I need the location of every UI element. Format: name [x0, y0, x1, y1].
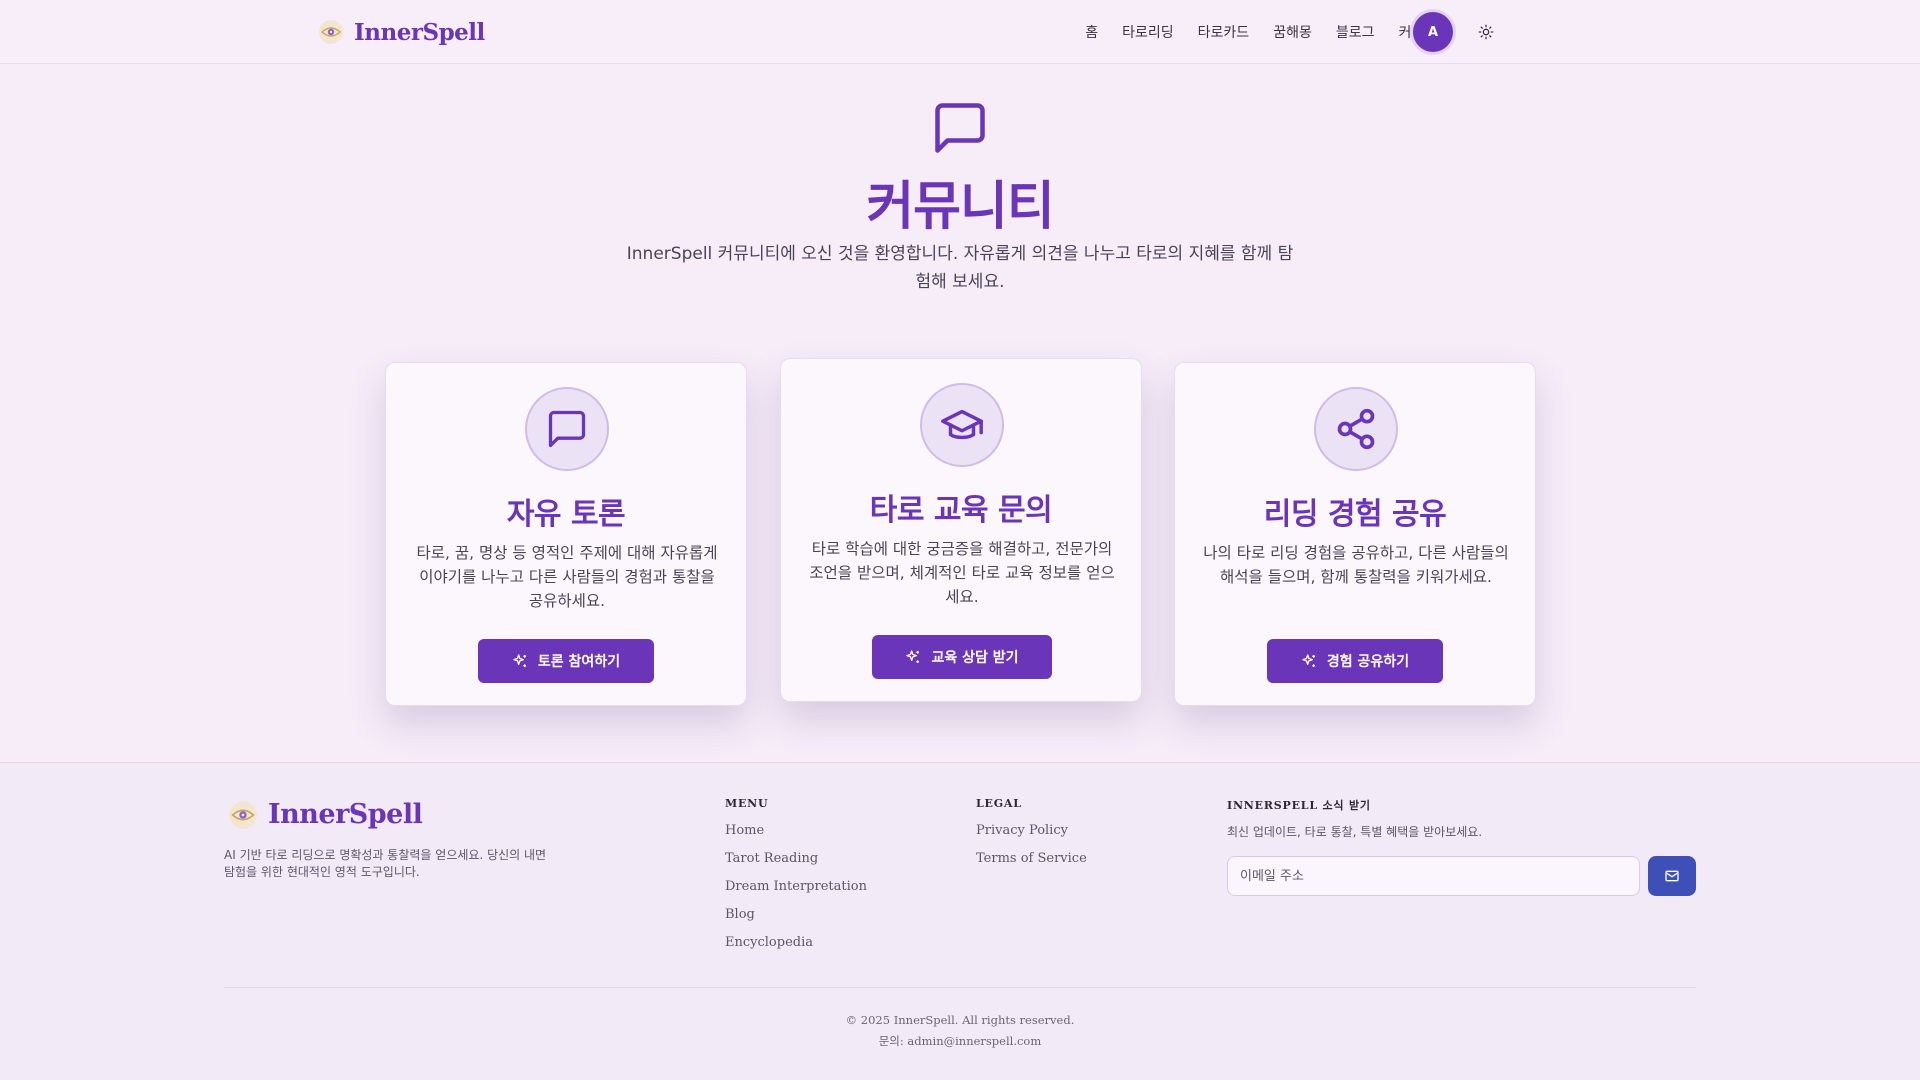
card-description: 나의 타로 리딩 경험을 공유하고, 다른 사람들의 해석을 들으며, 함께 통…: [1203, 544, 1509, 586]
share-experience-button[interactable]: 경험 공유하기: [1267, 639, 1443, 683]
footer-menu-heading: MENU: [725, 797, 769, 810]
card-title: 리딩 경험 공유: [1263, 497, 1447, 532]
page-title: 커뮤니티: [866, 177, 1054, 237]
footer-link-encyclopedia[interactable]: Encyclopedia: [725, 935, 813, 950]
button-label: 경험 공유하기: [1326, 654, 1410, 670]
button-label: 토론 참여하기: [537, 654, 621, 670]
card-icon-circle: [1314, 387, 1398, 471]
brand-name: InnerSpell: [354, 18, 485, 46]
footer-brand-logo[interactable]: InnerSpell: [228, 799, 423, 830]
user-avatar[interactable]: A: [1413, 12, 1453, 52]
footer-legal-heading: LEGAL: [976, 797, 1022, 810]
theme-toggle-button[interactable]: [1474, 20, 1498, 44]
newsletter-description: 최신 업데이트, 타로 통찰, 특별 혜택을 받아보세요.: [1227, 825, 1483, 839]
nav-item-blog[interactable]: 블로그: [1336, 22, 1375, 42]
nav-item-tarot-cards[interactable]: 타로카드: [1198, 22, 1250, 42]
mail-icon: [1665, 870, 1679, 882]
site-footer: InnerSpell AI 기반 타로 리딩으로 명확성과 통찰력을 얻으세요.…: [0, 762, 1920, 1080]
card-share-reading: 리딩 경험 공유 나의 타로 리딩 경험을 공유하고, 다른 사람들의 해석을 …: [1174, 362, 1536, 706]
footer-link-tarot-reading[interactable]: Tarot Reading: [725, 851, 818, 866]
footer-link-home[interactable]: Home: [725, 823, 764, 838]
footer-link-blog[interactable]: Blog: [725, 907, 755, 922]
footer-description: AI 기반 타로 리딩으로 명확성과 통찰력을 얻으세요. 당신의 내면 탐험을…: [224, 848, 547, 879]
card-icon-circle: [525, 387, 609, 471]
button-label: 교육 상담 받기: [931, 650, 1019, 666]
sun-icon: [1478, 24, 1494, 40]
page-subtitle: InnerSpell 커뮤니티에 오신 것을 환영합니다. 자유롭게 의견을 나…: [626, 244, 1294, 292]
main-nav: 홈 타로리딩 타로카드 꿈해몽 블로그 커뮤니티: [1061, 0, 1450, 64]
card-description: 타로 학습에 대한 궁금증을 해결하고, 전문가의 조언을 받으며, 체계적인 …: [809, 540, 1115, 606]
footer-divider: [224, 987, 1696, 988]
nav-item-home[interactable]: 홈: [1085, 22, 1098, 42]
message-square-icon: [548, 410, 586, 448]
card-title: 타로 교육 문의: [869, 493, 1053, 528]
site-header: InnerSpell 홈 타로리딩 타로카드 꿈해몽 블로그 커뮤니티 A: [0, 0, 1920, 64]
card-tarot-education: 타로 교육 문의 타로 학습에 대한 궁금증을 해결하고, 전문가의 조언을 받…: [780, 358, 1142, 702]
nav-item-tarot-reading[interactable]: 타로리딩: [1122, 22, 1174, 42]
card-description: 타로, 꿈, 명상 등 영적인 주제에 대해 자유롭게 이야기를 나누고 다른 …: [416, 544, 718, 610]
sparkles-icon: [906, 650, 920, 663]
sparkles-icon: [1302, 654, 1315, 667]
copyright-text: © 2025 InnerSpell. All rights reserved.: [845, 1013, 1075, 1027]
footer-link-privacy[interactable]: Privacy Policy: [976, 823, 1068, 838]
eye-logo-icon: [319, 20, 343, 44]
graduation-cap-icon: [941, 409, 983, 440]
card-free-discussion: 자유 토론 타로, 꿈, 명상 등 영적인 주제에 대해 자유롭게 이야기를 나…: [385, 362, 747, 706]
eye-logo-icon: [229, 800, 257, 829]
footer-brand-name: InnerSpell: [268, 799, 423, 830]
footer-newsletter-heading: INNERSPELL 소식 받기: [1227, 799, 1371, 812]
join-discussion-button[interactable]: 토론 참여하기: [478, 639, 654, 683]
get-education-consult-button[interactable]: 교육 상담 받기: [872, 635, 1052, 679]
card-icon-circle: [920, 383, 1004, 467]
nav-item-dream[interactable]: 꿈해몽: [1273, 22, 1312, 42]
brand-logo[interactable]: InnerSpell: [318, 16, 485, 48]
message-square-icon: [935, 103, 985, 153]
footer-link-dream-interpretation[interactable]: Dream Interpretation: [725, 879, 867, 894]
contact-text: 문의: admin@innerspell.com: [878, 1034, 1042, 1048]
sparkles-icon: [513, 654, 526, 667]
subscribe-button[interactable]: [1648, 856, 1696, 896]
card-title: 자유 토론: [506, 497, 626, 532]
share-icon: [1337, 408, 1375, 450]
email-input[interactable]: [1227, 856, 1640, 896]
footer-link-terms[interactable]: Terms of Service: [976, 851, 1087, 866]
